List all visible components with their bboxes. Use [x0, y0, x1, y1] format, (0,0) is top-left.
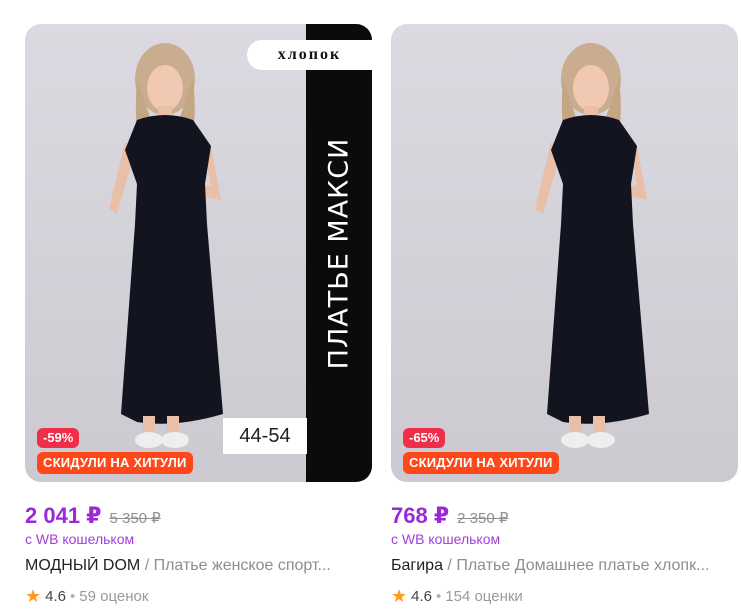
- current-price: 2 041 ₽: [25, 503, 102, 528]
- product-image[interactable]: ПЛАТЬЕ МАКСИ хлопок 44-54 -59% СКИДУЛИ Н…: [25, 24, 372, 482]
- dot-separator: •: [70, 587, 76, 605]
- brand-name: Багира: [391, 557, 443, 574]
- product-card[interactable]: -65% СКИДУЛИ НА ХИТУЛИ 768 ₽ 2 350 ₽ с W…: [391, 0, 738, 614]
- product-title[interactable]: Багира / Платье Домашнее платье хлопк...: [391, 557, 738, 575]
- reviews-count[interactable]: 154 оценки: [445, 588, 523, 605]
- cotton-label: хлопок: [247, 40, 372, 70]
- star-icon: ★: [391, 586, 408, 606]
- product-name: Платье Домашнее платье хлопк...: [456, 557, 710, 574]
- wallet-note: с WB кошельком: [391, 531, 501, 547]
- product-name: Платье женское спорт...: [153, 557, 331, 574]
- discount-badge: -59%: [37, 428, 80, 448]
- rating-value: 4.6: [411, 587, 432, 605]
- reviews-count[interactable]: 59 оценок: [79, 588, 148, 605]
- current-price: 768 ₽: [391, 503, 450, 528]
- product-card[interactable]: ПЛАТЬЕ МАКСИ хлопок 44-54 -59% СКИДУЛИ Н…: [25, 0, 372, 614]
- dot-separator: •: [436, 587, 442, 605]
- price-row: 2 041 ₽ 5 350 ₽: [25, 503, 161, 529]
- title-separator: /: [442, 557, 457, 574]
- rating-row: ★ 4.6 • 59 оценок: [25, 587, 148, 605]
- vertical-label-box: ПЛАТЬЕ МАКСИ: [306, 24, 372, 482]
- product-title[interactable]: МОДНЫЙ DOM / Платье женское спорт...: [25, 557, 372, 575]
- size-range-label: 44-54: [223, 418, 307, 454]
- rating-value: 4.6: [45, 587, 66, 605]
- title-separator: /: [140, 557, 154, 574]
- old-price: 5 350 ₽: [109, 510, 161, 527]
- rating-row: ★ 4.6 • 154 оценки: [391, 587, 523, 605]
- promo-badge: СКИДУЛИ НА ХИТУЛИ: [37, 452, 193, 474]
- brand-name: МОДНЫЙ DOM: [25, 557, 141, 574]
- wallet-note: с WB кошельком: [25, 531, 135, 547]
- price-row: 768 ₽ 2 350 ₽: [391, 503, 508, 529]
- discount-badge: -65%: [403, 428, 446, 448]
- vertical-label: ПЛАТЬЕ МАКСИ: [323, 137, 355, 369]
- promo-badge: СКИДУЛИ НА ХИТУЛИ: [403, 452, 559, 474]
- old-price: 2 350 ₽: [457, 510, 509, 527]
- star-icon: ★: [25, 586, 42, 606]
- model-photo: [535, 43, 649, 448]
- product-image[interactable]: -65% СКИДУЛИ НА ХИТУЛИ: [391, 24, 738, 482]
